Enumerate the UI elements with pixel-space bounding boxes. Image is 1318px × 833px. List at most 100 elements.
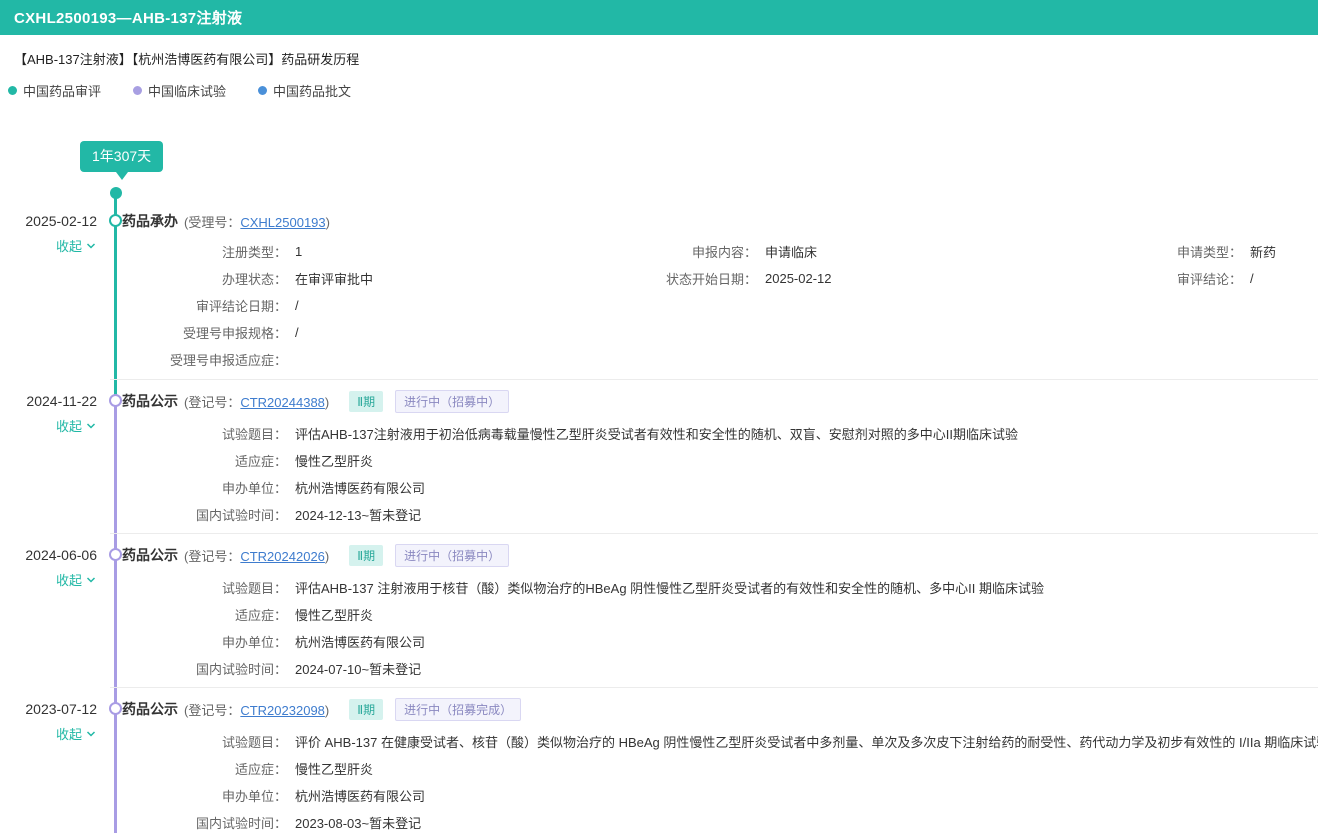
collapse-button[interactable]: 收起 bbox=[0, 724, 97, 743]
purple-dot-icon bbox=[133, 86, 142, 95]
field-row: 审评结论日期： / bbox=[120, 292, 590, 319]
field-row: 国内试验时间：2023-08-03~暂未登记 bbox=[120, 809, 1318, 833]
entry-date: 2023-07-12 bbox=[0, 698, 97, 720]
id-suffix: ) bbox=[326, 215, 330, 230]
field-value: 新药 bbox=[1250, 242, 1276, 261]
field-row: 申办单位： 杭州浩博医药有限公司 bbox=[120, 474, 1318, 501]
field-row: 适应症：慢性乙型肝炎 bbox=[120, 755, 1318, 782]
duration-badge: 1年307天 bbox=[80, 141, 163, 172]
field-value: 申请临床 bbox=[765, 242, 817, 261]
field-label: 申办单位： bbox=[120, 478, 287, 497]
field-row: 受理号申报适应症： bbox=[120, 346, 590, 373]
field-value: / bbox=[295, 298, 299, 313]
field-value: 评价 AHB-137 在健康受试者、核苷（酸）类似物治疗的 HBeAg 阴性慢性… bbox=[295, 732, 1318, 751]
timeline-node-icon bbox=[109, 548, 122, 561]
field-label: 办理状态： bbox=[120, 269, 287, 288]
id-suffix: ) bbox=[325, 703, 329, 718]
field-label: 审评结论日期： bbox=[120, 296, 287, 315]
legend-label: 中国药品批文 bbox=[273, 81, 351, 100]
page-title: CXHL2500193—AHB-137注射液 bbox=[14, 7, 242, 28]
phase-badge: Ⅱ期 bbox=[349, 699, 383, 720]
field-row: 申请类型：新药 bbox=[1075, 238, 1318, 265]
field-value: 慢性乙型肝炎 bbox=[295, 451, 373, 470]
registration-number-link[interactable]: CTR20232098 bbox=[240, 703, 325, 718]
id-suffix: ) bbox=[325, 549, 329, 564]
entry-id: (登记号：CTR20232098) bbox=[184, 700, 329, 719]
field-row: 试验题目： 评估AHB-137注射液用于初治低病毒载量慢性乙型肝炎受试者有效性和安… bbox=[120, 420, 1318, 447]
field-value: 2025-02-12 bbox=[765, 271, 832, 286]
collapse-label: 收起 bbox=[56, 570, 82, 589]
collapse-label: 收起 bbox=[56, 236, 82, 255]
field-value: 2023-08-03~暂未登记 bbox=[295, 813, 421, 832]
registration-number-link[interactable]: CTR20242026 bbox=[240, 549, 325, 564]
field-value: 慢性乙型肝炎 bbox=[295, 605, 373, 624]
entry-date: 2024-11-22 bbox=[0, 390, 97, 412]
legend-item-drug-review[interactable]: 中国药品审评 bbox=[8, 81, 101, 100]
chevron-down-icon bbox=[85, 574, 97, 586]
field-value: 1 bbox=[295, 244, 302, 259]
timeline-entry-trial-disclosure: 2024-06-06 收起 药品公示 (登记号：CTR20242026) Ⅱ期 … bbox=[0, 544, 1318, 682]
field-value: 杭州浩博医药有限公司 bbox=[295, 478, 425, 497]
page-header: CXHL2500193—AHB-137注射液 bbox=[0, 0, 1318, 35]
entry-date: 2025-02-12 bbox=[0, 210, 97, 232]
acceptance-number-link[interactable]: CXHL2500193 bbox=[240, 215, 325, 230]
divider bbox=[110, 687, 1318, 688]
collapse-label: 收起 bbox=[56, 724, 82, 743]
collapse-button[interactable]: 收起 bbox=[0, 236, 97, 255]
entry-fields: 试验题目： 评价 AHB-137 在健康受试者、核苷（酸）类似物治疗的 HBeAg… bbox=[120, 728, 1318, 833]
status-badge: 进行中（招募中） bbox=[395, 390, 509, 413]
entry-type-label: 药品公示 bbox=[122, 545, 178, 565]
field-label: 试验题目： bbox=[120, 424, 287, 443]
field-label: 申办单位： bbox=[120, 786, 287, 805]
chevron-down-icon bbox=[85, 240, 97, 252]
timeline-start-dot bbox=[110, 187, 122, 199]
field-label: 申报内容： bbox=[590, 242, 757, 261]
field-row: 国内试验时间：2024-07-10~暂未登记 bbox=[120, 655, 1318, 682]
field-row: 适应症： 慢性乙型肝炎 bbox=[120, 601, 1318, 628]
field-value: 杭州浩博医药有限公司 bbox=[295, 786, 425, 805]
legend-item-drug-approval[interactable]: 中国药品批文 bbox=[258, 81, 351, 100]
field-label: 试验题目： bbox=[120, 732, 287, 751]
legend-label: 中国临床试验 bbox=[148, 81, 226, 100]
field-value: / bbox=[1250, 271, 1254, 286]
timeline-node-icon bbox=[109, 214, 122, 227]
phase-badge: Ⅱ期 bbox=[349, 545, 383, 566]
field-row: 适应症： 慢性乙型肝炎 bbox=[120, 447, 1318, 474]
status-badge: 进行中（招募中） bbox=[395, 544, 509, 567]
field-row: 国内试验时间： 2024-12-13~暂未登记 bbox=[120, 501, 1318, 528]
field-label: 适应症： bbox=[120, 605, 287, 624]
status-badge: 进行中（招募完成） bbox=[395, 698, 521, 721]
teal-dot-icon bbox=[8, 86, 17, 95]
entry-id: (登记号：CTR20242026) bbox=[184, 546, 329, 565]
field-label: 适应症： bbox=[120, 759, 287, 778]
field-label: 国内试验时间： bbox=[120, 659, 287, 678]
entry-fields: 试验题目：评估AHB-137 注射液用于核苷（酸）类似物治疗的HBeAg 阴性慢… bbox=[120, 574, 1318, 682]
field-label: 试验题目： bbox=[120, 578, 287, 597]
entry-date: 2024-06-06 bbox=[0, 544, 97, 566]
entry-type-label: 药品承办 bbox=[122, 211, 178, 231]
legend-item-clinical-trial[interactable]: 中国临床试验 bbox=[133, 81, 226, 100]
field-label: 受理号申报规格： bbox=[120, 323, 287, 342]
field-row: 试验题目：评估AHB-137 注射液用于核苷（酸）类似物治疗的HBeAg 阴性慢… bbox=[120, 574, 1318, 601]
entry-id: (登记号：CTR20244388) bbox=[184, 392, 329, 411]
divider bbox=[110, 379, 1318, 380]
field-label: 适应症： bbox=[120, 451, 287, 470]
entry-head: 药品承办 (受理号：CXHL2500193) bbox=[122, 210, 1318, 232]
entry-fields: 注册类型：1 申报内容：申请临床 申请类型：新药 办理状态：在审评审批中 状态开… bbox=[120, 238, 1318, 373]
field-row: 试验题目： 评价 AHB-137 在健康受试者、核苷（酸）类似物治疗的 HBeAg… bbox=[120, 728, 1318, 755]
page: CXHL2500193—AHB-137注射液 【AHB-137注射液】【杭州浩博… bbox=[0, 0, 1318, 833]
field-label: 国内试验时间： bbox=[120, 505, 287, 524]
legend-label: 中国药品审评 bbox=[23, 81, 101, 100]
field-value: 评估AHB-137注射液用于初治低病毒载量慢性乙型肝炎受试者有效性和安全性的随机… bbox=[295, 424, 1018, 443]
id-prefix: (登记号： bbox=[184, 703, 240, 718]
collapse-button[interactable]: 收起 bbox=[0, 570, 97, 589]
registration-number-link[interactable]: CTR20244388 bbox=[240, 395, 325, 410]
collapse-button[interactable]: 收起 bbox=[0, 416, 97, 435]
timeline-entry-trial-disclosure: 2024-11-22 收起 药品公示 (登记号：CTR20244388) Ⅱ期 … bbox=[0, 390, 1318, 528]
field-label: 受理号申报适应症： bbox=[120, 350, 287, 369]
phase-badge: Ⅱ期 bbox=[349, 391, 383, 412]
field-value: 2024-12-13~暂未登记 bbox=[295, 505, 421, 524]
field-row: 申报内容： 申请临床 bbox=[590, 238, 1075, 265]
field-row: 注册类型：1 bbox=[120, 238, 590, 265]
entry-head: 药品公示 (登记号：CTR20242026) Ⅱ期 进行中（招募中） bbox=[122, 544, 1318, 566]
